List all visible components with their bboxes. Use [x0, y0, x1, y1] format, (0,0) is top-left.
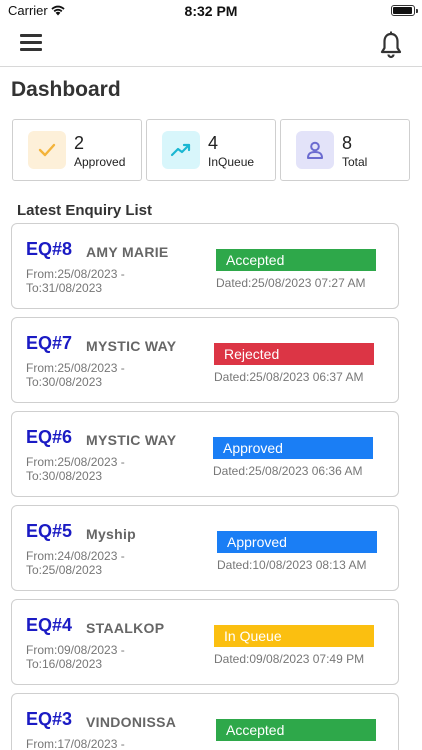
bell-icon[interactable] — [378, 30, 404, 60]
enquiry-from-date: From:25/08/2023 - — [26, 267, 125, 281]
check-icon — [28, 131, 66, 169]
enquiry-from-date: From:24/08/2023 - — [26, 549, 125, 563]
status-badge: Approved — [217, 531, 377, 553]
page-title: Dashboard — [11, 78, 121, 101]
status-badge: Approved — [213, 437, 373, 459]
status-badge: Accepted — [216, 249, 376, 271]
user-icon — [296, 131, 334, 169]
section-title: Latest Enquiry List — [17, 202, 153, 219]
enquiry-vessel-name: AMY MARIE — [86, 244, 169, 260]
status-bar: Carrier 8:32 PM — [0, 0, 422, 24]
enquiry-id: EQ#7 — [26, 333, 73, 353]
enquiry-id: EQ#8 — [26, 239, 73, 259]
enquiry-dated: Dated:25/08/2023 06:36 AM — [213, 464, 363, 478]
enquiry-vessel-name: Myship — [86, 526, 137, 542]
enquiry-from-date: From:17/08/2023 - — [26, 737, 125, 750]
trending-up-icon — [162, 131, 200, 169]
enquiry-id: EQ#3 — [26, 709, 73, 729]
nav-bar — [0, 24, 422, 67]
hamburger-menu-icon[interactable] — [20, 34, 42, 52]
stat-label: InQueue — [208, 155, 255, 169]
stat-label: Approved — [74, 155, 126, 169]
status-badge: In Queue — [214, 625, 374, 647]
enquiry-dated: Dated:25/08/2023 06:37 AM — [214, 370, 364, 384]
stats-row: 2 Approved 4 InQueue 8 Total — [12, 119, 410, 181]
enquiry-to-date: To:30/08/2023 — [26, 375, 103, 389]
enquiry-from-date: From:25/08/2023 - — [26, 361, 125, 375]
status-time: 8:32 PM — [184, 3, 238, 19]
enquiry-from-date: From:25/08/2023 - — [26, 455, 125, 469]
enquiry-card[interactable]: EQ#8 AMY MARIE From:25/08/2023 - To:31/0… — [11, 223, 399, 309]
stat-card-inqueue[interactable]: 4 InQueue — [146, 119, 276, 181]
enquiry-to-date: To:25/08/2023 — [26, 563, 103, 577]
status-badge: Accepted — [216, 719, 376, 741]
enquiry-vessel-name: VINDONISSA — [86, 714, 177, 730]
enquiry-to-date: To:30/08/2023 — [26, 469, 103, 483]
enquiry-dated: Dated:25/08/2023 07:27 AM — [216, 276, 366, 290]
enquiry-to-date: To:16/08/2023 — [26, 657, 103, 671]
stat-card-total[interactable]: 8 Total — [280, 119, 410, 181]
enquiry-card[interactable]: EQ#4 STAALKOP From:09/08/2023 - To:16/08… — [11, 599, 399, 685]
enquiry-to-date: To:31/08/2023 — [26, 281, 103, 295]
enquiry-vessel-name: STAALKOP — [86, 620, 165, 636]
battery-icon — [391, 5, 418, 16]
enquiry-dated: Dated:10/08/2023 08:13 AM — [217, 558, 367, 572]
enquiry-card[interactable]: EQ#7 MYSTIC WAY From:25/08/2023 - To:30/… — [11, 317, 399, 403]
enquiry-card[interactable]: EQ#5 Myship From:24/08/2023 - To:25/08/2… — [11, 505, 399, 591]
stat-count: 2 — [74, 133, 85, 153]
enquiry-card[interactable]: EQ#6 MYSTIC WAY From:25/08/2023 - To:30/… — [11, 411, 399, 497]
status-badge: Rejected — [214, 343, 374, 365]
enquiry-id: EQ#4 — [26, 615, 73, 635]
enquiry-id: EQ#6 — [26, 427, 73, 447]
stat-count: 8 — [342, 133, 353, 153]
enquiry-from-date: From:09/08/2023 - — [26, 643, 125, 657]
stat-count: 4 — [208, 133, 219, 153]
enquiry-vessel-name: MYSTIC WAY — [86, 338, 177, 354]
enquiry-vessel-name: MYSTIC WAY — [86, 432, 177, 448]
enquiry-card[interactable]: EQ#3 VINDONISSA From:17/08/2023 - Accept… — [11, 693, 399, 750]
stat-label: Total — [342, 155, 368, 169]
stat-card-approved[interactable]: 2 Approved — [12, 119, 142, 181]
enquiry-id: EQ#5 — [26, 521, 73, 541]
enquiry-dated: Dated:09/08/2023 07:49 PM — [214, 652, 365, 666]
